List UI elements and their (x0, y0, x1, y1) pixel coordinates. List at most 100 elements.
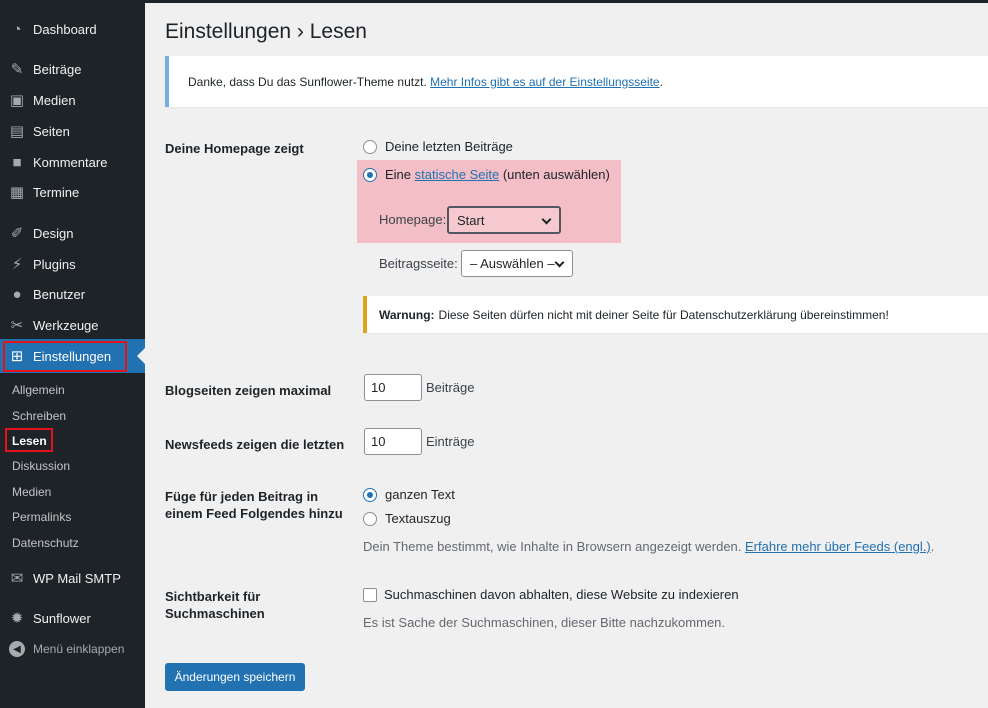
posts-per-page-unit: Beiträge (426, 380, 475, 395)
submenu-item-discussion[interactable]: Diskussion (12, 459, 70, 473)
user-icon: ● (12, 285, 22, 303)
radio-static-page[interactable]: Eine statische Seite (unten auswählen) (363, 167, 610, 182)
sidebar-item-label: WP Mail SMTP (33, 570, 121, 586)
collapse-menu-button[interactable]: ◀ Menü einklappen (0, 638, 145, 660)
sidebar-item-label: Beiträge (33, 61, 82, 77)
homepage-select[interactable]: Start (447, 206, 561, 234)
sidebar-item-design[interactable]: ✐ Design (0, 218, 145, 248)
sidebar-item-label: Sunflower (33, 610, 91, 626)
sidebar-item-label: Kommentare (33, 154, 108, 170)
calendar-icon: ▦ (9, 184, 25, 201)
posts-per-page-value: 10 (371, 380, 386, 395)
visibility-description: Es ist Sache der Suchmaschinen, dieser B… (363, 615, 726, 630)
highlight-outline (3, 341, 127, 372)
feed-description: Dein Theme bestimmt, wie Inhalte in Brow… (363, 539, 934, 554)
sidebar-item-dashboard[interactable]: ◔ Dashboard (0, 14, 145, 44)
comments-icon: ■ (12, 153, 22, 171)
warning-text: Diese Seiten dürfen nicht mit deiner Sei… (438, 307, 889, 322)
feeds-learn-more-link[interactable]: Erfahre mehr über Feeds (engl.) (745, 539, 931, 554)
plugin-icon: ⚡ (11, 256, 23, 273)
feed-description-text: Dein Theme bestimmt, wie Inhalte in Brow… (363, 539, 742, 554)
postspage-select-label: Beitragsseite: (379, 256, 458, 271)
homepage-label: Deine Homepage zeigt (165, 141, 304, 156)
feed-items-unit: Einträge (426, 434, 475, 449)
pages-icon: ▤ (9, 123, 25, 140)
warning-notice: Warnung: Diese Seiten dürfen nicht mit d… (363, 296, 988, 333)
warning-strong: Warnung: (379, 307, 435, 322)
posts-per-page-input[interactable]: 10 (364, 374, 422, 401)
notice-link[interactable]: Mehr Infos gibt es auf der Einstellungss… (430, 75, 659, 89)
sidebar-item-plugins[interactable]: ⚡ Plugins (0, 249, 145, 279)
collapse-icon: ◀ (9, 641, 25, 657)
feed-content-label-line1: Füge für jeden Beitrag in (165, 489, 319, 504)
sidebar-item-label: Plugins (33, 256, 76, 272)
radio-circle[interactable] (363, 511, 377, 526)
chevron-down-icon (541, 214, 552, 225)
visibility-label: Sichtbarkeit für Suchmaschinen (165, 588, 265, 622)
radio-label: ganzen Text (385, 487, 455, 502)
collapse-label: Menü einklappen (33, 642, 125, 656)
submenu-item-privacy[interactable]: Datenschutz (12, 536, 79, 550)
discourage-search-checkbox[interactable] (363, 588, 377, 602)
visibility-label-line1: Sichtbarkeit für (165, 589, 261, 604)
highlight-outline (5, 428, 53, 452)
admin-sidebar: ◔ Dashboard ✎ Beiträge ▣ Medien ▤ Seiten… (0, 0, 145, 708)
homepage-select-value: Start (457, 212, 485, 228)
brush-icon: ✐ (10, 225, 24, 242)
pin-icon: ✎ (10, 61, 24, 78)
radio-label-prefix: Eine (385, 167, 412, 182)
sidebar-item-users[interactable]: ● Benutzer (0, 279, 145, 309)
sidebar-item-comments[interactable]: ■ Kommentare (0, 147, 145, 177)
feed-items-value: 10 (371, 434, 386, 449)
radio-excerpt[interactable]: Textauszug (363, 511, 451, 526)
sidebar-item-sunflower[interactable]: ✹ Sunflower (0, 603, 145, 633)
homepage-select-label: Homepage: (379, 212, 447, 227)
postspage-select-value: – Auswählen – (470, 256, 555, 271)
sidebar-item-label: Seiten (33, 123, 70, 139)
sidebar-item-label: Design (33, 225, 74, 241)
submenu-item-media[interactable]: Medien (12, 485, 51, 499)
static-page-link[interactable]: statische Seite (415, 167, 500, 182)
feed-items-input[interactable]: 10 (364, 428, 422, 455)
sidebar-item-pages[interactable]: ▤ Seiten (0, 116, 145, 146)
radio-circle[interactable] (363, 139, 377, 154)
notice-text: Danke, dass Du das Sunflower-Theme nutzt… (188, 74, 427, 89)
gear-icon: ✹ (10, 610, 24, 627)
chevron-down-icon (554, 257, 565, 268)
dashboard-icon: ◔ (12, 20, 22, 38)
media-icon: ▣ (9, 92, 25, 109)
notice-suffix: . (659, 74, 663, 89)
page-title: Einstellungen › Lesen (165, 20, 367, 43)
feed-description-suffix: . (930, 539, 935, 554)
sidebar-item-label: Benutzer (33, 286, 86, 302)
radio-latest-posts[interactable]: Deine letzten Beiträge (363, 139, 513, 154)
sidebar-item-label: Medien (33, 92, 76, 108)
radio-full-text[interactable]: ganzen Text (363, 487, 455, 502)
submenu-item-writing[interactable]: Schreiben (12, 409, 66, 423)
discourage-search-label: Suchmaschinen davon abhalten, diese Webs… (384, 587, 739, 602)
sidebar-item-label: Werkzeuge (33, 317, 99, 333)
feeds-label: Newsfeeds zeigen die letzten (165, 437, 345, 452)
radio-label-suffix: (unten auswählen) (502, 167, 610, 182)
sidebar-item-events[interactable]: ▦ Termine (0, 177, 145, 207)
sidebar-item-media[interactable]: ▣ Medien (0, 85, 145, 115)
sidebar-item-wp-mail-smtp[interactable]: ✉ WP Mail SMTP (0, 563, 145, 593)
sidebar-item-posts[interactable]: ✎ Beiträge (0, 54, 145, 84)
radio-label: Deine letzten Beiträge (385, 139, 513, 154)
admin-top-bar (145, 0, 988, 3)
radio-circle[interactable] (363, 167, 377, 182)
postspage-select[interactable]: – Auswählen – (461, 250, 573, 277)
feed-content-label-line2: einem Feed Folgendes hinzu (165, 506, 343, 521)
radio-label: Textauszug (385, 511, 451, 526)
visibility-label-line2: Suchmaschinen (165, 606, 265, 621)
blog-pages-label: Blogseiten zeigen maximal (165, 383, 332, 398)
wrench-icon: ✂ (10, 317, 24, 334)
sidebar-item-label: Termine (33, 184, 80, 200)
sidebar-item-label: Dashboard (33, 21, 97, 37)
radio-circle[interactable] (363, 487, 377, 502)
sidebar-item-tools[interactable]: ✂ Werkzeuge (0, 310, 145, 340)
theme-notice: Danke, dass Du das Sunflower-Theme nutzt… (165, 56, 988, 107)
submenu-item-general[interactable]: Allgemein (12, 383, 65, 397)
save-button[interactable]: Änderungen speichern (165, 663, 305, 691)
submenu-item-permalinks[interactable]: Permalinks (12, 510, 71, 524)
